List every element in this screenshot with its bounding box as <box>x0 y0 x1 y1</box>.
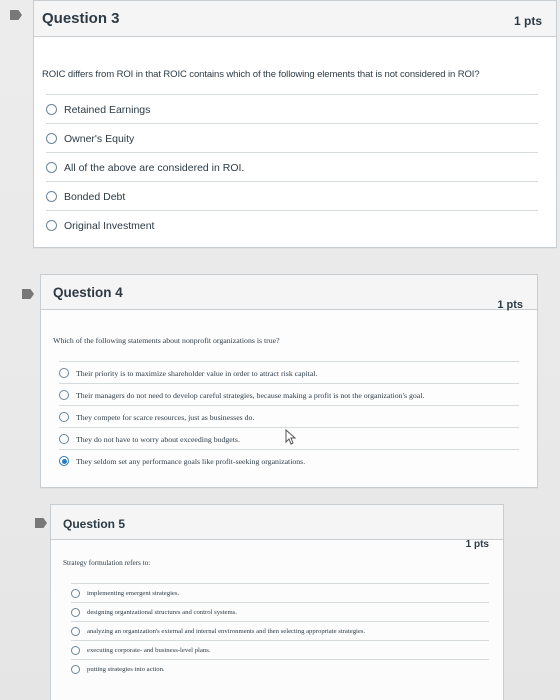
answer-label: Their managers do not need to develop ca… <box>76 390 425 400</box>
flag-icon[interactable] <box>35 518 47 528</box>
question-card: Question 4 1 pts Which of the following … <box>40 274 538 488</box>
answer-label: Owner's Equity <box>64 132 135 145</box>
answer-label: Bonded Debt <box>64 190 126 203</box>
flag-icon[interactable] <box>10 10 22 20</box>
question-title: Question 4 <box>53 285 123 300</box>
question-header: Question 5 1 pts <box>51 505 503 550</box>
question-text: Which of the following statements about … <box>53 336 280 345</box>
answer-label: designing organizational structures and … <box>87 609 237 616</box>
answer-label: implementing emergent strategies. <box>87 590 180 597</box>
answer-label: Their priority is to maximize shareholde… <box>76 368 318 378</box>
radio-button[interactable] <box>71 589 80 598</box>
radio-button[interactable] <box>71 646 80 655</box>
answer-label: analyzing an organization's external and… <box>87 628 366 635</box>
question-title: Question 5 <box>63 517 126 531</box>
question-points: 1 pts <box>497 299 523 311</box>
answer-option[interactable]: Their priority is to maximize shareholde… <box>59 361 519 384</box>
radio-button[interactable] <box>71 665 80 674</box>
radio-button[interactable] <box>46 104 57 115</box>
answer-option[interactable]: Their managers do not need to develop ca… <box>59 383 519 406</box>
answer-label: putting strategies into action. <box>87 666 165 673</box>
radio-button[interactable] <box>59 456 69 466</box>
answer-option[interactable]: implementing emergent strategies. <box>71 583 489 603</box>
answer-option[interactable]: executing corporate- and business-level … <box>71 640 489 660</box>
question-text: ROIC differs from ROI in that ROIC conta… <box>42 69 480 80</box>
answer-label: executing corporate- and business-level … <box>87 647 211 654</box>
radio-button[interactable] <box>71 627 80 636</box>
question-title: Question 3 <box>42 10 120 27</box>
question-header: Question 3 1 pts <box>34 1 556 37</box>
answer-option[interactable]: Original Investment <box>46 210 538 240</box>
radio-button[interactable] <box>59 390 69 400</box>
answer-option[interactable]: putting strategies into action. <box>71 659 489 679</box>
radio-button[interactable] <box>46 220 57 231</box>
question-card: Question 5 1 pts Strategy formulation re… <box>50 504 504 700</box>
answer-label: They do not have to worry about exceedin… <box>76 434 240 444</box>
question-header: Question 4 1 pts <box>41 275 537 311</box>
flag-icon[interactable] <box>22 289 34 299</box>
radio-button[interactable] <box>71 608 80 617</box>
answer-option[interactable]: Retained Earnings <box>46 94 538 124</box>
mouse-cursor-icon <box>285 429 297 445</box>
question-points: 1 pts <box>465 539 489 550</box>
answer-option[interactable]: Owner's Equity <box>46 123 538 153</box>
answer-label: They compete for scarce resources, just … <box>76 412 255 422</box>
answer-label: Original Investment <box>64 219 155 232</box>
radio-button[interactable] <box>59 434 69 444</box>
radio-button[interactable] <box>46 133 57 144</box>
question-points: 1 pts <box>513 14 542 28</box>
question-text: Strategy formulation refers to: <box>63 559 151 567</box>
answer-label: Retained Earnings <box>64 103 151 116</box>
answer-option[interactable]: analyzing an organization's external and… <box>71 621 489 641</box>
radio-button[interactable] <box>46 191 57 202</box>
answer-option[interactable]: Bonded Debt <box>46 181 538 211</box>
radio-button[interactable] <box>59 412 69 422</box>
answer-option[interactable]: All of the above are considered in ROI. <box>46 152 538 182</box>
answer-label: All of the above are considered in ROI. <box>64 161 245 174</box>
answer-option[interactable]: designing organizational structures and … <box>71 602 489 622</box>
quiz-page: Question 3 1 pts ROIC differs from ROI i… <box>0 0 560 700</box>
question-card: Question 3 1 pts ROIC differs from ROI i… <box>33 0 557 248</box>
answer-option[interactable]: They seldom set any performance goals li… <box>59 449 519 472</box>
answer-label: They seldom set any performance goals li… <box>76 456 306 466</box>
radio-button[interactable] <box>46 162 57 173</box>
radio-button[interactable] <box>59 368 69 378</box>
answer-option[interactable]: They compete for scarce resources, just … <box>59 405 519 428</box>
